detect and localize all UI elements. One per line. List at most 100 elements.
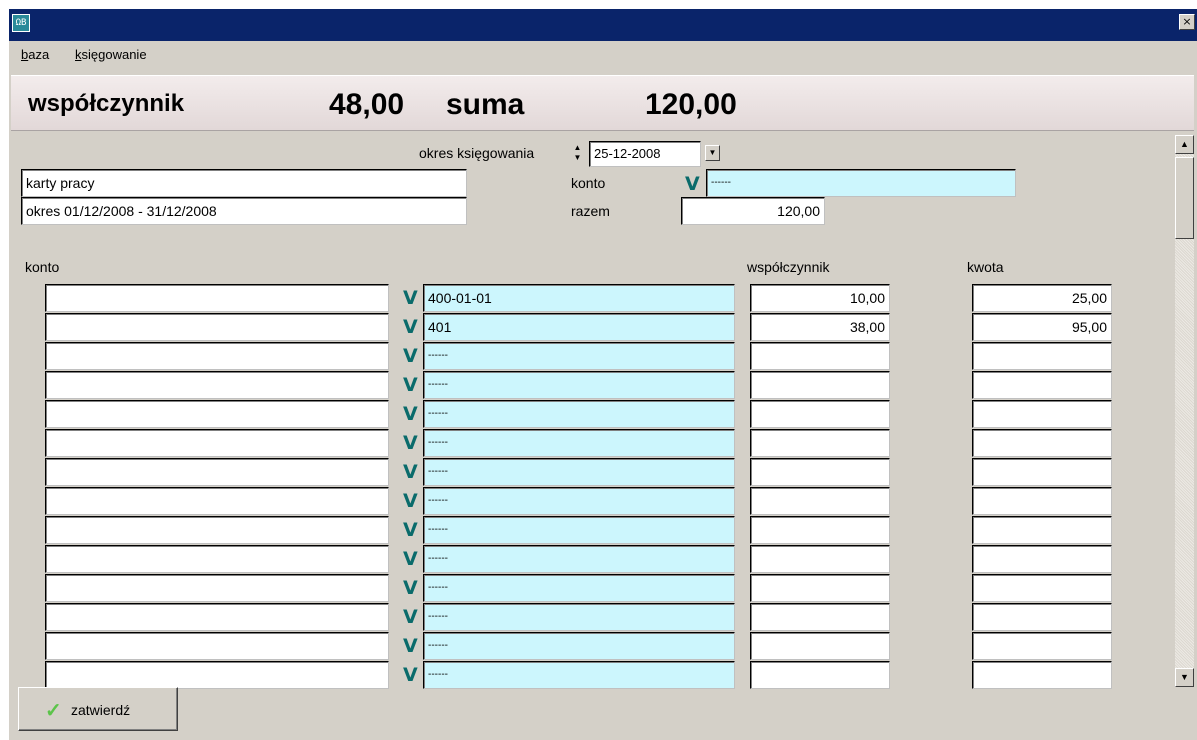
row-account-name-field[interactable] — [45, 603, 389, 631]
coefficient-label: współczynnik — [28, 90, 185, 117]
app-icon[interactable]: ΩB — [12, 14, 30, 32]
row-amount-field[interactable] — [972, 429, 1112, 457]
row-amount-field[interactable] — [972, 661, 1112, 689]
confirm-button-label: zatwierdź — [71, 702, 131, 718]
row-check-icon[interactable]: V — [403, 550, 418, 569]
row-amount-field[interactable]: 95,00 — [972, 313, 1112, 341]
account-label: konto — [571, 175, 606, 191]
total-field[interactable]: 120,00 — [681, 197, 825, 225]
row-account-name-field[interactable] — [45, 545, 389, 573]
row-coefficient-field[interactable] — [750, 545, 890, 573]
row-account-name-field[interactable] — [45, 429, 389, 457]
row-check-icon[interactable]: V — [403, 579, 418, 598]
row-account-name-field[interactable] — [45, 574, 389, 602]
chevron-down-icon[interactable]: ▼ — [705, 145, 720, 161]
account-check-icon[interactable]: V — [685, 175, 700, 194]
row-coefficient-field[interactable] — [750, 371, 890, 399]
row-check-icon[interactable]: V — [403, 434, 418, 453]
row-account-field[interactable]: ------ — [423, 574, 735, 602]
row-check-icon[interactable]: V — [403, 608, 418, 627]
row-account-field[interactable]: ------ — [423, 545, 735, 573]
spin-down-icon[interactable]: ▼ — [569, 153, 586, 163]
row-account-field[interactable]: ------ — [423, 632, 735, 660]
title-bar: ΩB × — [9, 9, 1197, 41]
confirm-button[interactable]: ✓ zatwierdź — [18, 687, 178, 731]
row-account-field[interactable]: ------ — [423, 400, 735, 428]
row-amount-field[interactable] — [972, 574, 1112, 602]
row-check-icon[interactable]: V — [403, 492, 418, 511]
row-check-icon[interactable]: V — [403, 463, 418, 482]
row-amount-field[interactable] — [972, 632, 1112, 660]
menu-ksiegowanie[interactable]: księgowanie — [75, 47, 147, 62]
row-account-field[interactable]: ------ — [423, 342, 735, 370]
row-coefficient-field[interactable] — [750, 400, 890, 428]
row-account-field[interactable]: ------ — [423, 429, 735, 457]
row-coefficient-field[interactable] — [750, 516, 890, 544]
row-account-field[interactable]: ------ — [423, 487, 735, 515]
row-amount-field[interactable] — [972, 603, 1112, 631]
scroll-down-icon[interactable]: ▼ — [1175, 668, 1194, 687]
row-check-icon[interactable]: V — [403, 521, 418, 540]
close-button[interactable]: × — [1179, 14, 1195, 30]
row-account-name-field[interactable] — [45, 516, 389, 544]
row-account-name-field[interactable] — [45, 458, 389, 486]
row-check-icon[interactable]: V — [403, 637, 418, 656]
row-account-name-field[interactable] — [45, 487, 389, 515]
row-check-icon[interactable]: V — [403, 318, 418, 337]
row-account-name-field[interactable] — [45, 371, 389, 399]
row-check-icon[interactable]: V — [403, 347, 418, 366]
menu-baza[interactable]: baza — [21, 47, 49, 62]
period-range-field[interactable]: okres 01/12/2008 - 31/12/2008 — [21, 197, 467, 225]
row-account-field[interactable]: 400-01-01 — [423, 284, 735, 312]
row-account-field[interactable]: ------ — [423, 516, 735, 544]
row-coefficient-field[interactable] — [750, 632, 890, 660]
row-amount-field[interactable] — [972, 516, 1112, 544]
row-amount-field[interactable] — [972, 400, 1112, 428]
row-amount-field[interactable] — [972, 545, 1112, 573]
row-account-field[interactable]: ------ — [423, 603, 735, 631]
row-account-field[interactable]: 401 — [423, 313, 735, 341]
row-account-name-field[interactable] — [45, 342, 389, 370]
spin-up-icon[interactable]: ▲ — [569, 143, 586, 153]
row-coefficient-field[interactable] — [750, 487, 890, 515]
row-account-name-field[interactable] — [45, 284, 389, 312]
row-check-icon[interactable]: V — [403, 405, 418, 424]
row-check-icon[interactable]: V — [403, 289, 418, 308]
sum-value: 120,00 — [645, 88, 737, 121]
row-check-icon[interactable]: V — [403, 376, 418, 395]
row-amount-field[interactable]: 25,00 — [972, 284, 1112, 312]
summary-band: współczynnik 48,00 suma 120,00 — [11, 75, 1194, 131]
row-coefficient-field[interactable] — [750, 429, 890, 457]
vertical-scrollbar[interactable]: ▲ ▼ — [1175, 135, 1194, 687]
scrollbar-thumb[interactable] — [1175, 157, 1194, 239]
application-window: ΩB × baza księgowanie współczynnik 48,00… — [9, 9, 1197, 740]
row-account-name-field[interactable] — [45, 313, 389, 341]
row-account-field[interactable]: ------ — [423, 371, 735, 399]
row-account-name-field[interactable] — [45, 400, 389, 428]
row-amount-field[interactable] — [972, 342, 1112, 370]
row-coefficient-field[interactable] — [750, 458, 890, 486]
column-header-amount: kwota — [967, 259, 1004, 275]
row-coefficient-field[interactable] — [750, 603, 890, 631]
row-account-field[interactable]: ------ — [423, 661, 735, 689]
row-account-name-field[interactable] — [45, 632, 389, 660]
total-label: razem — [571, 203, 610, 219]
row-coefficient-field[interactable] — [750, 574, 890, 602]
account-field[interactable]: ------ — [706, 169, 1016, 197]
posting-date-field[interactable]: 25-12-2008 — [589, 141, 701, 167]
row-amount-field[interactable] — [972, 371, 1112, 399]
column-header-account: konto — [25, 259, 60, 275]
row-account-field[interactable]: ------ — [423, 458, 735, 486]
row-coefficient-field[interactable] — [750, 661, 890, 689]
menu-label: aza — [28, 47, 50, 62]
row-check-icon[interactable]: V — [403, 666, 418, 685]
scroll-up-icon[interactable]: ▲ — [1175, 135, 1194, 154]
row-amount-field[interactable] — [972, 487, 1112, 515]
row-coefficient-field[interactable]: 38,00 — [750, 313, 890, 341]
document-title-field[interactable]: karty pracy — [21, 169, 467, 197]
date-spinner[interactable]: ▲ ▼ — [569, 143, 586, 163]
row-coefficient-field[interactable] — [750, 342, 890, 370]
row-account-name-field[interactable] — [45, 661, 389, 689]
row-coefficient-field[interactable]: 10,00 — [750, 284, 890, 312]
row-amount-field[interactable] — [972, 458, 1112, 486]
